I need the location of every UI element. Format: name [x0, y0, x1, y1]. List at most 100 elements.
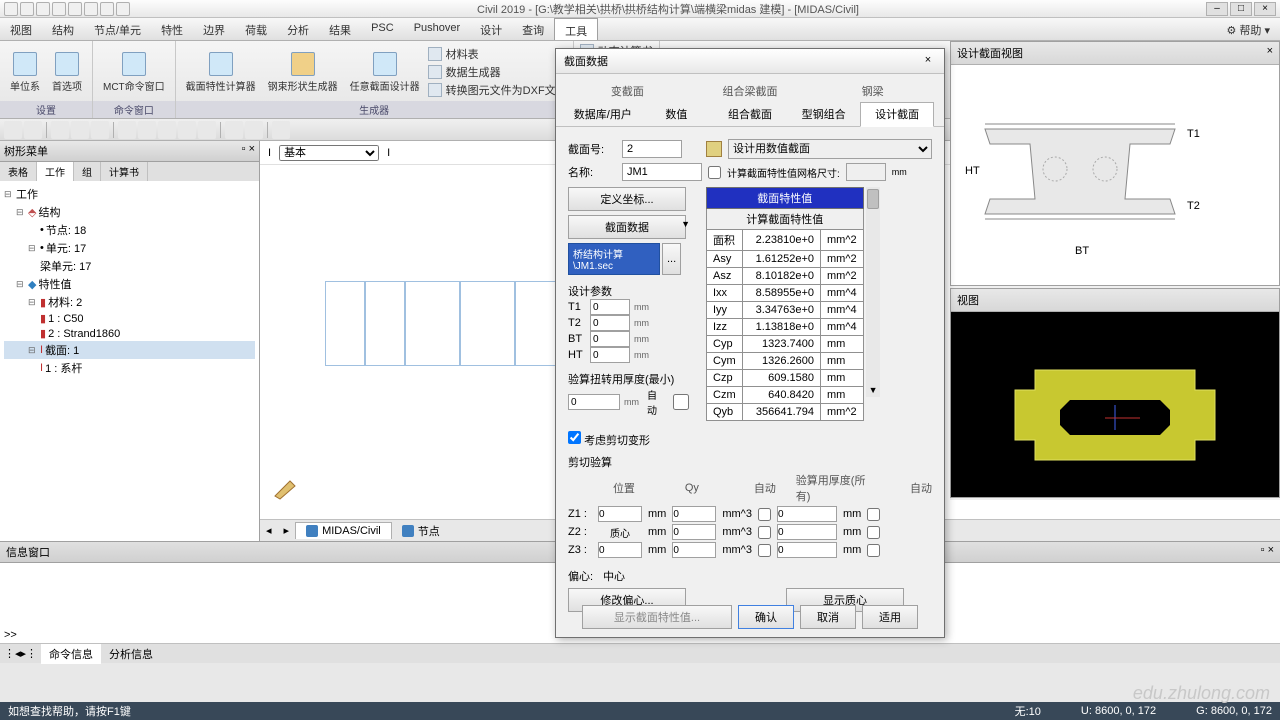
tree-mat[interactable]: 材料: 2 — [48, 294, 82, 310]
tab-group[interactable]: 组 — [74, 162, 101, 181]
tb-icon[interactable] — [272, 121, 290, 139]
tab-node[interactable]: 节点 — [392, 521, 450, 541]
tree-m2[interactable]: 2 : Strand1860 — [48, 328, 120, 340]
ht-input[interactable] — [590, 347, 630, 363]
sec-icon[interactable]: I — [387, 147, 390, 159]
secnum-input[interactable] — [622, 140, 682, 158]
tab-table[interactable]: 表格 — [0, 162, 37, 181]
tree-m1[interactable]: 1 : C50 — [48, 313, 83, 325]
close-button[interactable]: × — [1254, 2, 1276, 16]
tb-icon[interactable] — [91, 121, 109, 139]
tree-sec[interactable]: 截面: 1 — [45, 342, 79, 358]
tab-analysis[interactable]: 分析信息 — [101, 644, 161, 664]
spc-button[interactable]: 截面特性计算器 — [182, 50, 260, 95]
dtab-comp[interactable]: 组合梁截面 — [689, 80, 812, 102]
z3-qy[interactable] — [672, 542, 716, 558]
sec-button[interactable]: 任意截面设计器 — [346, 50, 424, 95]
menu-prop[interactable]: 特性 — [151, 18, 193, 40]
menu-psc[interactable]: PSC — [361, 18, 404, 40]
tree-nodes[interactable]: 节点: 18 — [46, 222, 86, 238]
panel-close-icon[interactable]: × — [1267, 45, 1273, 61]
close-icon[interactable] — [100, 2, 114, 16]
bt-input[interactable] — [590, 331, 630, 347]
unit-button[interactable]: 单位系 — [6, 50, 44, 95]
tab-midas[interactable]: MIDAS/Civil — [295, 522, 392, 539]
menu-view[interactable]: 视图 — [0, 18, 42, 40]
tb-icon[interactable] — [178, 121, 196, 139]
apply-button[interactable]: 适用 — [862, 605, 918, 629]
sectype-select[interactable]: 设计用数值截面 — [728, 139, 932, 159]
calc-input[interactable] — [846, 163, 886, 181]
tb-icon[interactable] — [225, 121, 243, 139]
dtab2-design[interactable]: 设计截面 — [860, 102, 934, 127]
menu-load[interactable]: 荷载 — [235, 18, 277, 40]
dialog-close-icon[interactable]: × — [920, 53, 936, 69]
tab-report[interactable]: 计算书 — [101, 162, 148, 181]
z1-pos[interactable] — [598, 506, 642, 522]
data-button[interactable]: 截面数据 — [568, 215, 686, 239]
tb-icon[interactable] — [198, 121, 216, 139]
dtab-var[interactable]: 变截面 — [566, 80, 689, 102]
tree-s1[interactable]: 1 : 系杆 — [45, 360, 82, 376]
menu-boundary[interactable]: 边界 — [193, 18, 235, 40]
dtab2-shape[interactable]: 型钢组合 — [787, 102, 861, 126]
menu-design[interactable]: 设计 — [470, 18, 512, 40]
tb-icon[interactable] — [51, 121, 69, 139]
browse-button[interactable]: ... — [662, 243, 681, 275]
dtab2-comb[interactable]: 组合截面 — [713, 102, 787, 126]
z3-auto[interactable] — [758, 544, 771, 557]
more-icon[interactable] — [116, 2, 130, 16]
pref-button[interactable]: 首选项 — [48, 50, 86, 95]
tree-root[interactable]: 工作 — [16, 186, 38, 202]
z1-qy[interactable] — [672, 506, 716, 522]
maximize-button[interactable]: □ — [1230, 2, 1252, 16]
material-table[interactable]: 材料表 — [428, 46, 567, 62]
filepath-input[interactable]: 桥结构计算\JM1.sec — [568, 243, 660, 275]
t2-input[interactable] — [590, 315, 630, 331]
tree-close-icon[interactable]: ▫ × — [242, 143, 255, 159]
data-gen[interactable]: 数据生成器 — [428, 64, 567, 80]
tree-prop[interactable]: 特性值 — [38, 276, 71, 292]
new-icon[interactable] — [20, 2, 34, 16]
show-props-button[interactable]: 显示截面特性值... — [582, 605, 732, 629]
z2-thk[interactable] — [777, 524, 837, 540]
undo-icon[interactable] — [68, 2, 82, 16]
scrollbar-thumb[interactable] — [867, 189, 879, 209]
tendon-button[interactable]: 钢束形状生成器 — [264, 50, 342, 95]
dtab2-db[interactable]: 数据库/用户 — [566, 102, 640, 126]
name-input[interactable] — [622, 163, 702, 181]
cancel-button[interactable]: 取消 — [800, 605, 856, 629]
tree[interactable]: ⊟工作 ⊟⬘ 结构 • 节点: 18 ⊟• 单元: 17 梁单元: 17 ⊟◆ … — [0, 181, 259, 541]
menu-query[interactable]: 查询 — [512, 18, 554, 40]
redo-icon[interactable] — [84, 2, 98, 16]
z2-qy[interactable] — [672, 524, 716, 540]
z1-auto[interactable] — [758, 508, 771, 521]
menu-node[interactable]: 节点/单元 — [84, 18, 151, 40]
tab-cmd[interactable]: 命令信息 — [41, 644, 101, 664]
z1-thk[interactable] — [777, 506, 837, 522]
minimize-button[interactable]: – — [1206, 2, 1228, 16]
tree-elems[interactable]: 单元: 17 — [46, 240, 86, 256]
shear-checkbox[interactable] — [568, 431, 581, 444]
z2-auto2[interactable] — [867, 526, 880, 539]
tb-icon[interactable] — [245, 121, 263, 139]
menu-pushover[interactable]: Pushover — [404, 18, 470, 40]
command-prompt[interactable]: >> — [4, 629, 17, 641]
menu-tools[interactable]: 工具 — [554, 18, 598, 40]
coord-button[interactable]: 定义坐标... — [568, 187, 686, 211]
dtab2-val[interactable]: 数值 — [640, 102, 714, 126]
msg-close-icon[interactable]: ▫ × — [1261, 544, 1274, 560]
mct-button[interactable]: MCT命令窗口 — [99, 50, 169, 95]
z3-auto2[interactable] — [867, 544, 880, 557]
open-icon[interactable] — [36, 2, 50, 16]
torsion-input[interactable] — [568, 394, 620, 410]
tb-icon[interactable] — [4, 121, 22, 139]
scroll-left-icon[interactable]: ◂ — [260, 524, 278, 537]
scroll-right-icon[interactable]: ▸ — [278, 524, 296, 537]
scroll-icon[interactable]: ⋮◂▸⋮ — [0, 647, 41, 660]
tb-icon[interactable] — [24, 121, 42, 139]
save-icon[interactable] — [52, 2, 66, 16]
ok-button[interactable]: 确认 — [738, 605, 794, 629]
z2-auto[interactable] — [758, 526, 771, 539]
tree-beam[interactable]: 梁单元: 17 — [40, 258, 91, 274]
